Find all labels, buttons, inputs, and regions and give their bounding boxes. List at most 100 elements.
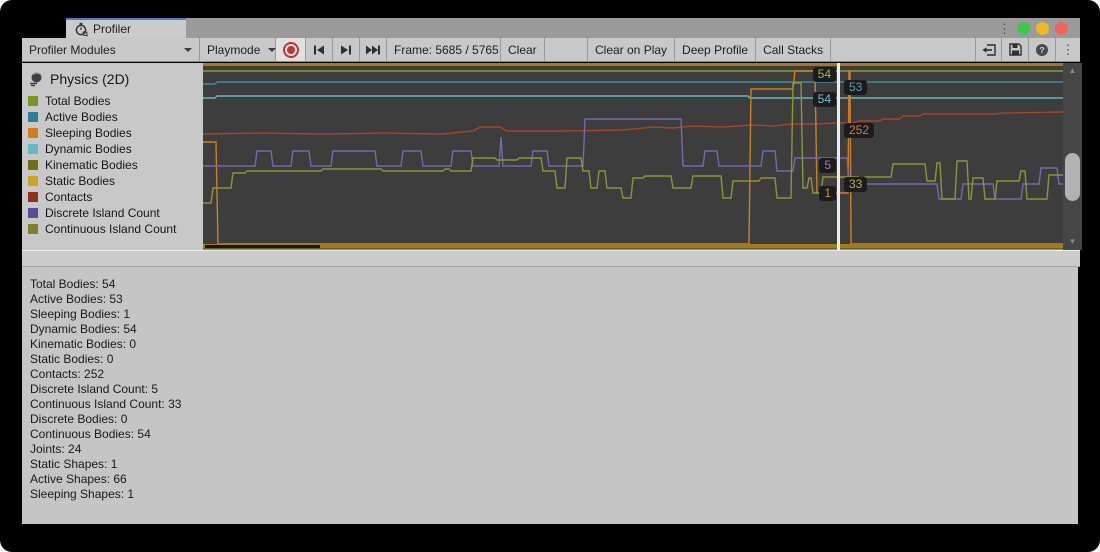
legend-list: Total Bodies Active Bodies Sleeping Bodies… [28, 93, 203, 237]
chart-area: Physics (2D) Total Bodies Active Bodies Sl… [22, 63, 1082, 250]
clear-on-play-button[interactable]: Clear on Play [587, 38, 675, 61]
window-yellow-light[interactable] [1036, 22, 1049, 35]
legend-item[interactable]: Total Bodies [28, 93, 203, 109]
legend-swatch [28, 192, 38, 202]
record-button[interactable] [276, 38, 306, 61]
clear-button[interactable]: Clear [501, 38, 545, 61]
stat-line: Contacts: 252 [30, 367, 1078, 382]
legend-label: Continuous Island Count [45, 222, 176, 236]
stat-line: Discrete Bodies: 0 [30, 412, 1078, 427]
toolbar-gap [545, 38, 587, 61]
toolbar-more-button[interactable]: ⋮ [1056, 38, 1080, 61]
profiler-modules-dropdown[interactable]: Profiler Modules [22, 38, 200, 61]
toolbar-spacer [831, 38, 975, 61]
window-titlebar: ⋮ [186, 18, 1080, 38]
legend-item[interactable]: Sleeping Bodies [28, 125, 203, 141]
stat-line: Active Shapes: 66 [30, 472, 1078, 487]
legend-swatch [28, 112, 38, 122]
legend-item[interactable]: Active Bodies [28, 109, 203, 125]
marker-value-label: 5 [819, 158, 836, 173]
tab-profiler[interactable]: Profiler [66, 18, 186, 38]
chart-top-border [203, 63, 1063, 66]
marker-value-label: 1 [819, 186, 836, 201]
stat-line: Sleeping Bodies: 1 [30, 307, 1078, 322]
legend-item[interactable]: Kinematic Bodies [28, 157, 203, 173]
legend-swatch [28, 96, 38, 106]
marker-value-label: 33 [844, 177, 867, 192]
previous-frame-button[interactable] [306, 38, 333, 61]
marker-value-label: 53 [844, 80, 867, 95]
stat-line: Kinematic Bodies: 0 [30, 337, 1078, 352]
playmode-target-dropdown[interactable]: Playmode [200, 38, 276, 61]
module-header: Physics (2D) [28, 71, 203, 87]
series-continuous-island-count [203, 83, 1063, 203]
marker-value-label: 54 [813, 92, 836, 107]
legend-label: Contacts [45, 190, 92, 204]
stat-line: Dynamic Bodies: 54 [30, 322, 1078, 337]
series-discrete-island-count [203, 119, 1063, 199]
legend-item[interactable]: Continuous Island Count [28, 221, 203, 237]
window-red-light[interactable] [1055, 22, 1068, 35]
physics-2d-icon [28, 71, 44, 87]
legend-label: Sleeping Bodies [45, 126, 132, 140]
help-button[interactable]: ? [1029, 38, 1056, 61]
titlebar-menu-icon[interactable]: ⋮ [998, 22, 1011, 35]
save-profile-button[interactable] [1002, 38, 1029, 61]
kebab-menu-icon: ⋮ [1062, 43, 1075, 56]
previous-frame-icon [313, 45, 325, 55]
legend-item[interactable]: Contacts [28, 189, 203, 205]
legend-label: Active Bodies [45, 110, 118, 124]
stat-line: Continuous Bodies: 54 [30, 427, 1078, 442]
stat-line: Total Bodies: 54 [30, 277, 1078, 292]
stat-line: Continuous Island Count: 33 [30, 397, 1078, 412]
physics2d-module-panel: Physics (2D) Total Bodies Active Bodies Sl… [22, 63, 203, 250]
next-frame-icon [340, 45, 352, 55]
pane-splitter[interactable] [22, 250, 1080, 267]
marker-value-label: 252 [844, 123, 874, 138]
legend-label: Kinematic Bodies [45, 158, 138, 172]
legend-item[interactable]: Dynamic Bodies [28, 141, 203, 157]
help-icon: ? [1035, 43, 1049, 57]
legend-swatch [28, 160, 38, 170]
legend-label: Dynamic Bodies [45, 142, 132, 156]
chart-scrollbar: ▲ ▼ [1063, 63, 1082, 250]
stat-line: Static Bodies: 0 [30, 352, 1078, 367]
scroll-down-icon[interactable]: ▼ [1063, 237, 1082, 247]
legend-item[interactable]: Discrete Island Count [28, 205, 203, 221]
scroll-up-icon[interactable]: ▲ [1063, 66, 1082, 76]
profiler-window: Profiler ⋮ Profiler Modules Playmode [0, 0, 1100, 552]
profiler-chart[interactable]: 5453542525331 [203, 63, 1063, 250]
legend-swatch [28, 128, 38, 138]
current-frame-marker[interactable] [837, 63, 840, 250]
call-stacks-button[interactable]: Call Stacks [756, 38, 831, 61]
deep-profile-button[interactable]: Deep Profile [675, 38, 756, 61]
current-frame-button[interactable] [360, 38, 387, 61]
window-green-light[interactable] [1017, 22, 1030, 35]
profiler-toolbar: Profiler Modules Playmode Frame: 5685 / … [22, 38, 1080, 62]
record-icon [283, 42, 299, 58]
scrollbar-thumb[interactable] [1065, 153, 1080, 201]
legend-item[interactable]: Static Bodies [28, 173, 203, 189]
series-dynamic-bodies [203, 96, 1063, 98]
next-frame-button[interactable] [333, 38, 360, 61]
stat-line: Active Bodies: 53 [30, 292, 1078, 307]
tab-label: Profiler [93, 22, 131, 36]
physics2d-details-panel: Total Bodies: 54Active Bodies: 53Sleepin… [22, 267, 1078, 524]
load-icon [982, 44, 996, 56]
module-title: Physics (2D) [50, 71, 129, 87]
chevron-down-icon [184, 48, 192, 52]
frame-counter: Frame: 5685 / 5765 [387, 38, 501, 61]
current-frame-icon [365, 45, 381, 55]
svg-text:?: ? [1039, 45, 1044, 55]
stat-line: Joints: 24 [30, 442, 1078, 457]
series-active-bodies [203, 82, 1063, 84]
legend-label: Total Bodies [45, 94, 110, 108]
legend-swatch [28, 208, 38, 218]
tab-bar: Profiler ⋮ [22, 18, 1080, 38]
playmode-label: Playmode [207, 43, 260, 57]
legend-swatch [28, 224, 38, 234]
load-profile-button[interactable] [975, 38, 1002, 61]
legend-label: Static Bodies [45, 174, 115, 188]
chart-hscroll-indicator [205, 245, 320, 248]
save-icon [1009, 43, 1022, 56]
